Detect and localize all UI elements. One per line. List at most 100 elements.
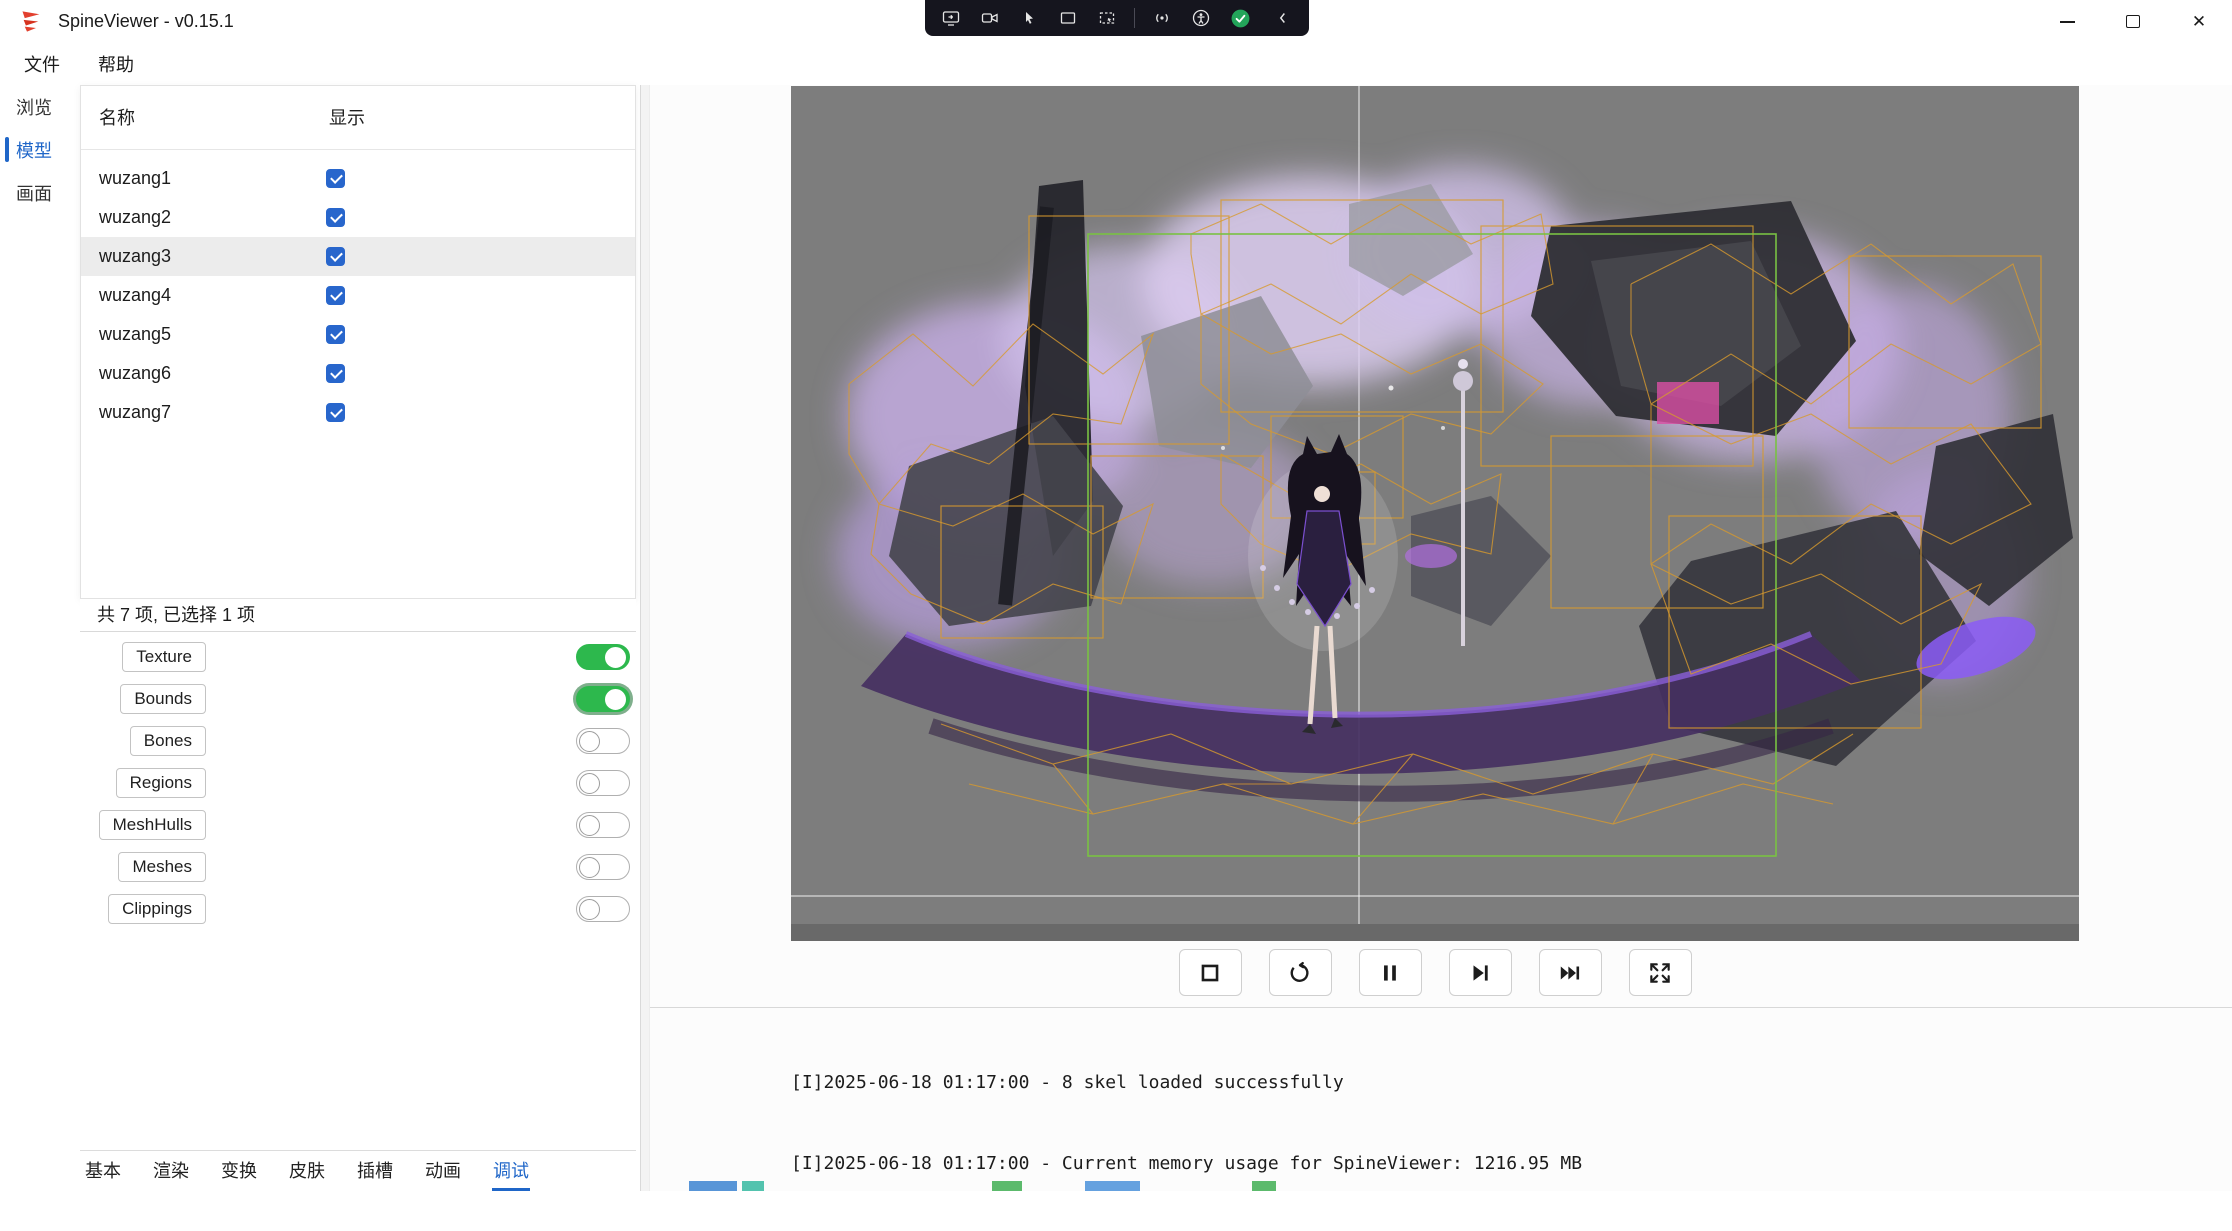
model-name: wuzang5: [99, 315, 171, 354]
table-row[interactable]: wuzang4: [81, 276, 635, 315]
tab-slot[interactable]: 插槽: [356, 1151, 394, 1191]
spine-viewport[interactable]: [791, 86, 2079, 941]
log-line: [I]2025-06-18 01:17:00 - 8 skel loaded s…: [791, 1069, 2208, 1096]
minimize-button[interactable]: [2034, 0, 2100, 43]
window-title: SpineViewer - v0.15.1: [58, 0, 234, 43]
model-name: wuzang2: [99, 198, 171, 237]
debug-label-clippings: Clippings: [108, 894, 206, 924]
texture-toggle[interactable]: [576, 644, 630, 670]
cursor-button[interactable]: [1017, 6, 1041, 30]
panel-divider[interactable]: [640, 85, 650, 1191]
maximize-button[interactable]: [2100, 0, 2166, 43]
debug-toggle-row: Regions: [80, 762, 636, 804]
fit-view-button[interactable]: [1629, 949, 1692, 996]
record-camera-button[interactable]: [978, 6, 1002, 30]
tab-skin[interactable]: 皮肤: [288, 1151, 326, 1191]
tab-animation[interactable]: 动画: [424, 1151, 462, 1191]
window-capture-button[interactable]: [1056, 6, 1080, 30]
debug-toggle-row: Texture: [80, 636, 636, 678]
table-row[interactable]: wuzang5: [81, 315, 635, 354]
bones-toggle[interactable]: [576, 728, 630, 754]
taskbar-fragment: [1252, 1181, 1276, 1191]
tab-transform[interactable]: 变换: [220, 1151, 258, 1191]
accessibility-button[interactable]: [1189, 6, 1213, 30]
column-header-visible: 显示: [329, 86, 365, 150]
model-name: wuzang1: [99, 159, 171, 198]
debug-panel: Texture Bounds Bones Regions MeshHulls M…: [80, 636, 636, 930]
pause-button[interactable]: [1359, 949, 1422, 996]
stop-icon: [1197, 960, 1223, 986]
status-ok-button[interactable]: [1228, 6, 1252, 30]
region-capture-icon: [1097, 8, 1117, 28]
bounds-toggle[interactable]: [576, 686, 630, 712]
model-name: wuzang4: [99, 276, 171, 315]
table-row[interactable]: wuzang7: [81, 393, 635, 432]
debug-toggle-row: Bones: [80, 720, 636, 762]
table-row[interactable]: wuzang6: [81, 354, 635, 393]
step-forward-button[interactable]: [1449, 949, 1512, 996]
debug-label-regions: Regions: [116, 768, 206, 798]
model-panel: 名称 显示 wuzang1 wuzang2 wuzang3 wuzang4: [80, 85, 636, 1191]
screen-project-button[interactable]: [939, 6, 963, 30]
window-controls: ✕: [2034, 0, 2232, 43]
collapse-toolbar-button[interactable]: [1271, 6, 1295, 30]
record-camera-icon: [980, 8, 1000, 28]
table-row[interactable]: wuzang2: [81, 198, 635, 237]
sidebar-item-model[interactable]: 模型: [0, 128, 68, 171]
visibility-checkbox[interactable]: [326, 364, 345, 383]
accessibility-icon: [1191, 8, 1211, 28]
column-header-name: 名称: [99, 86, 135, 150]
visibility-checkbox[interactable]: [326, 325, 345, 344]
menu-item-file[interactable]: 文件: [24, 51, 60, 77]
log-line: [I]2025-06-18 01:17:00 - Current memory …: [791, 1150, 2208, 1177]
taskbar-fragment: [742, 1181, 764, 1191]
visibility-checkbox[interactable]: [326, 286, 345, 305]
app-logo-icon: [18, 8, 45, 35]
viewer-region: [I]2025-06-18 01:17:00 - 8 skel loaded s…: [650, 85, 2232, 1191]
visibility-checkbox[interactable]: [326, 208, 345, 227]
skip-forward-icon: [1557, 960, 1583, 986]
regions-toggle[interactable]: [576, 770, 630, 796]
debug-toggle-row: Meshes: [80, 846, 636, 888]
table-rows: wuzang1 wuzang2 wuzang3 wuzang4 wuzang5: [81, 150, 635, 432]
clippings-toggle[interactable]: [576, 896, 630, 922]
visibility-checkbox[interactable]: [326, 169, 345, 188]
close-button[interactable]: ✕: [2166, 0, 2232, 43]
visibility-checkbox[interactable]: [326, 247, 345, 266]
toolbar-separator: [1134, 8, 1135, 28]
stop-button[interactable]: [1179, 949, 1242, 996]
log-separator: [650, 1007, 2232, 1008]
debug-label-meshes: Meshes: [118, 852, 206, 882]
visibility-checkbox[interactable]: [326, 403, 345, 422]
maximize-icon: [2126, 15, 2140, 28]
menubar: 文件 帮助: [0, 43, 2232, 85]
sidebar-item-screen[interactable]: 画面: [0, 171, 68, 214]
menu-item-help[interactable]: 帮助: [98, 51, 134, 77]
meshhulls-toggle[interactable]: [576, 812, 630, 838]
chevron-left-icon: [1274, 9, 1292, 27]
model-name: wuzang3: [99, 237, 171, 276]
meshes-toggle[interactable]: [576, 854, 630, 880]
tab-debug[interactable]: 调试: [492, 1151, 530, 1191]
table-row[interactable]: wuzang3: [81, 237, 635, 276]
debug-toggle-row: Clippings: [80, 888, 636, 930]
titlebar: SpineViewer - v0.15.1: [0, 0, 2232, 43]
close-icon: ✕: [2192, 13, 2206, 30]
debug-label-bones: Bones: [130, 726, 206, 756]
model-name: wuzang6: [99, 354, 171, 393]
taskbar-fragment: [1085, 1181, 1140, 1191]
debug-label-meshhulls: MeshHulls: [99, 810, 206, 840]
table-row[interactable]: wuzang1: [81, 159, 635, 198]
minimize-icon: [2060, 21, 2075, 23]
selection-status: 共 7 项, 已选择 1 项: [80, 599, 636, 632]
performance-icon: [1152, 8, 1172, 28]
region-capture-button[interactable]: [1095, 6, 1119, 30]
tab-basic[interactable]: 基本: [84, 1151, 122, 1191]
debug-toggle-row: MeshHulls: [80, 804, 636, 846]
sidebar-item-browse[interactable]: 浏览: [0, 85, 68, 128]
debug-label-texture: Texture: [122, 642, 206, 672]
skip-forward-button[interactable]: [1539, 949, 1602, 996]
tab-render[interactable]: 渲染: [152, 1151, 190, 1191]
performance-button[interactable]: [1150, 6, 1174, 30]
reset-button[interactable]: [1269, 949, 1332, 996]
